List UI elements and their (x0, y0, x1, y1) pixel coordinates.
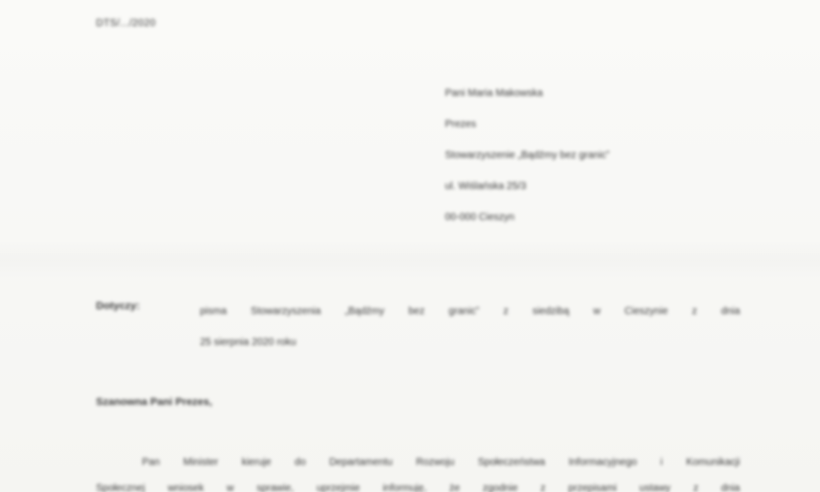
subject-line-1: pisma Stowarzyszenia „Bądźmy bez granic”… (200, 306, 740, 317)
body-line-2: Społecznej wniosek w sprawie, uprzejmie … (96, 483, 740, 492)
addressee-name: Pani Maria Makowska (445, 88, 543, 99)
document-reference-number: DTS/.../2020 (96, 18, 156, 29)
paper-fold-shadow (0, 240, 820, 280)
addressee-city: 00-000 Cieszyn (445, 212, 515, 223)
salutation: Szanowna Pani Prezes, (96, 396, 213, 408)
body-line-1: Pan Minister kieruje do Departamentu Roz… (142, 457, 740, 468)
addressee-block: Pani Maria Makowska Prezes Stowarzyszeni… (445, 78, 610, 233)
subject-line-2: 25 sierpnia 2020 roku (200, 337, 297, 348)
subject-label: Dotyczy: (96, 300, 140, 312)
addressee-organization: Stowarzyszenie „Bądźmy bez granic” (445, 150, 610, 161)
addressee-street: ul. Wiślańska 25/3 (445, 181, 527, 192)
subject-text: pisma Stowarzyszenia „Bądźmy bez granic”… (200, 296, 740, 358)
addressee-title: Prezes (445, 119, 477, 130)
body-paragraph: Pan Minister kieruje do Departamentu Roz… (96, 450, 740, 492)
scanned-letter-page: DTS/.../2020 Pani Maria Makowska Prezes … (0, 0, 820, 492)
